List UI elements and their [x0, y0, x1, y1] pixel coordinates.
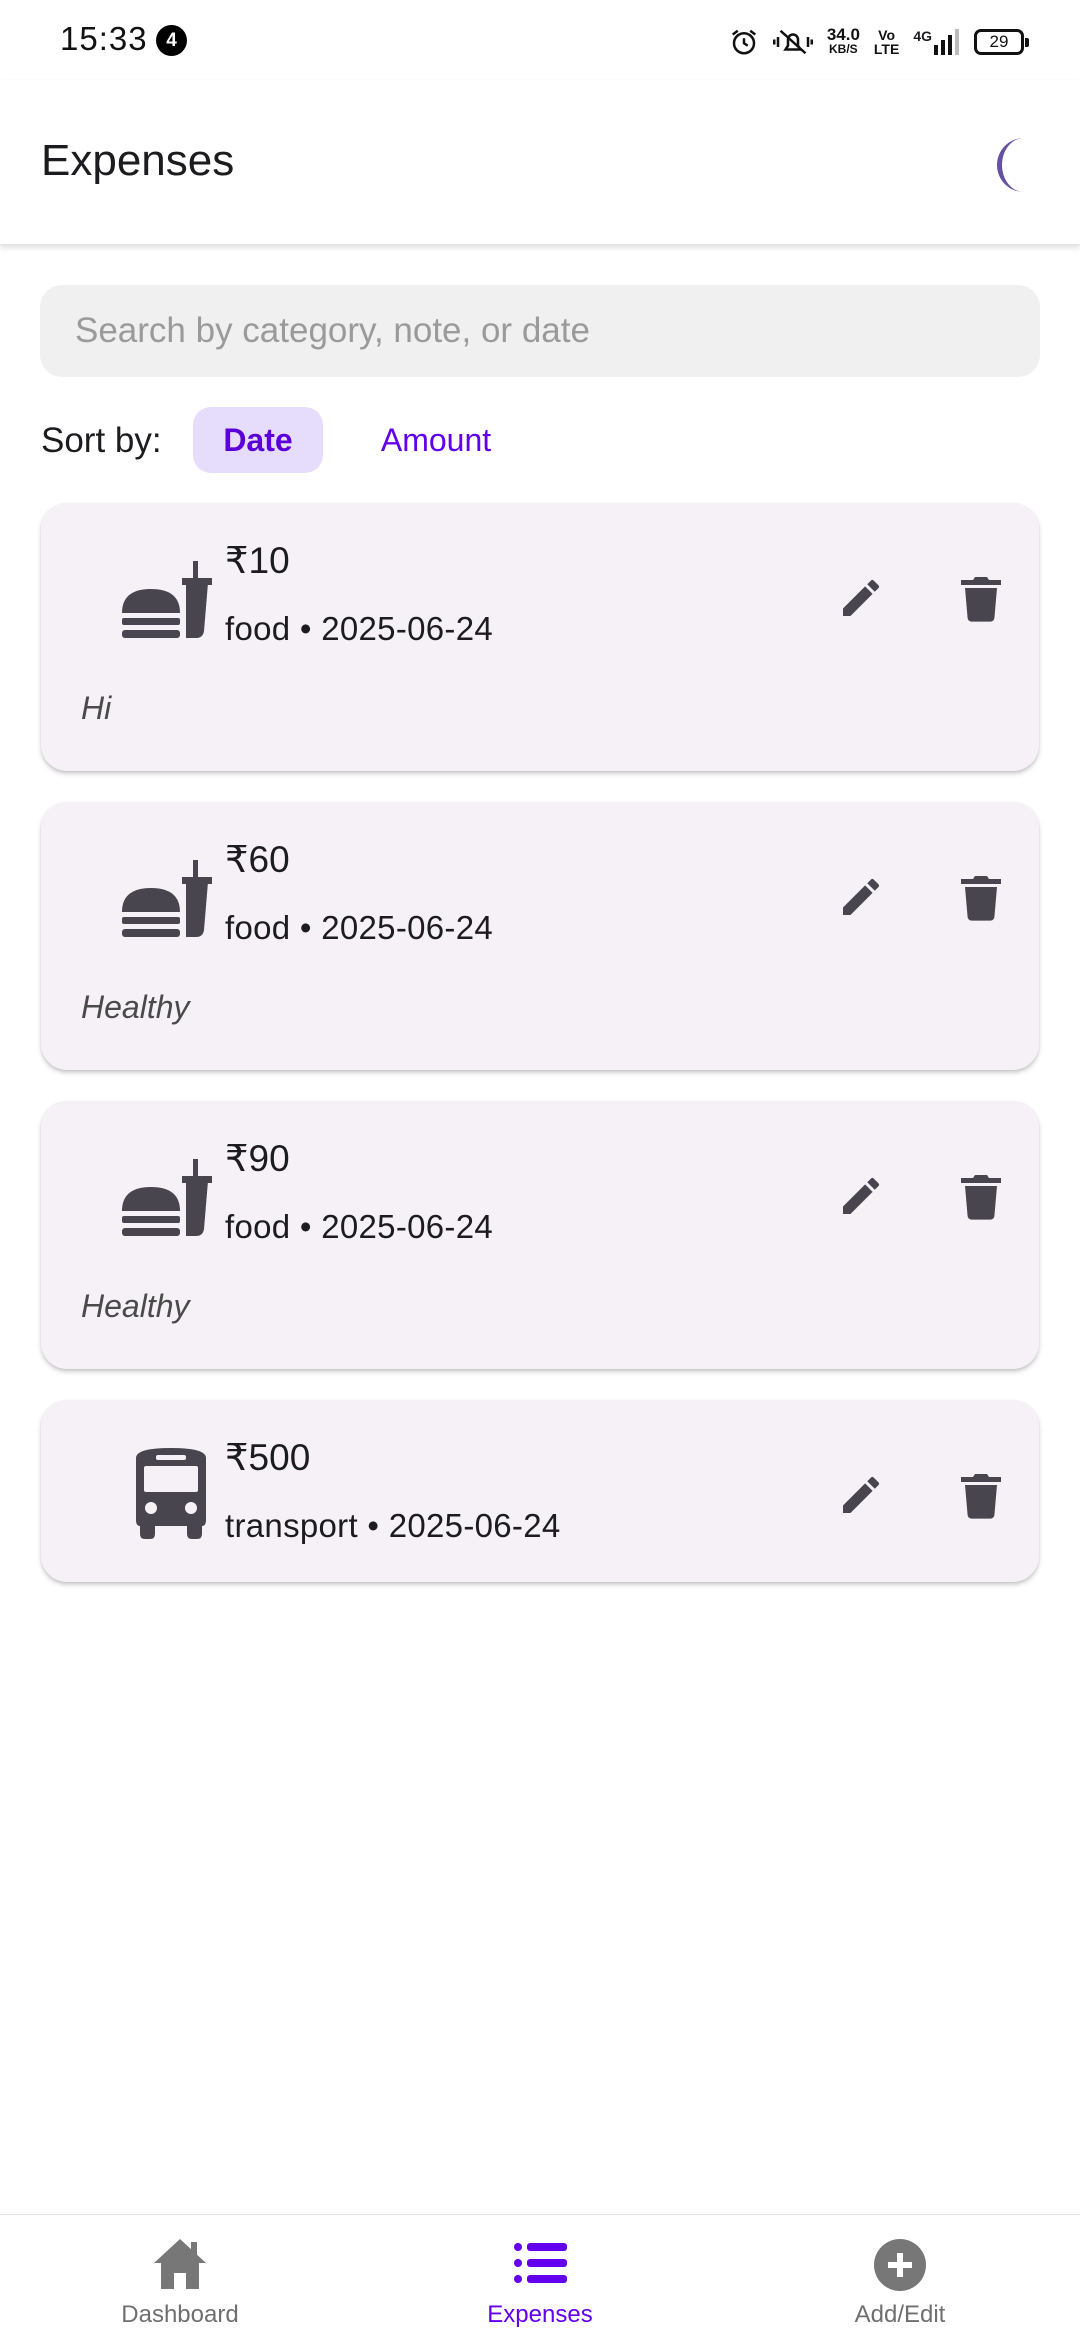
expense-card[interactable]: ₹10 food • 2025-06-24 Hi: [41, 503, 1039, 771]
trash-icon: [961, 577, 1001, 622]
volte-indicator: Vo LTE: [873, 27, 900, 57]
bus-icon: [116, 1438, 226, 1548]
page-title: Expenses: [41, 136, 235, 185]
expense-amount: ₹60: [225, 839, 290, 880]
home-icon: [154, 2239, 206, 2289]
moon-icon: [997, 138, 1024, 192]
sort-by-amount-chip[interactable]: Amount: [361, 407, 511, 473]
fastfood-icon: [116, 842, 226, 952]
pencil-icon: [843, 878, 880, 915]
net-speed: 34.0 KB/S: [826, 25, 860, 56]
expense-meta: food • 2025-06-24: [225, 1208, 494, 1245]
expense-note: Healthy: [81, 989, 190, 1025]
sort-row: Sort by: Date Amount: [41, 407, 1041, 473]
trash-icon: [961, 1474, 1001, 1519]
pencil-icon: [843, 579, 880, 616]
pencil-icon: [843, 1177, 880, 1214]
alarm-icon: [731, 29, 756, 55]
app-bar: Expenses: [0, 80, 1080, 245]
expense-amount: ₹10: [225, 540, 290, 581]
delete-button[interactable]: [946, 1161, 1016, 1231]
list-icon: [514, 2243, 567, 2283]
edit-button[interactable]: [826, 862, 896, 932]
notification-count-badge: 4: [156, 25, 187, 56]
expense-note: Hi: [81, 690, 112, 726]
expense-card[interactable]: ₹500 transport • 2025-06-24: [41, 1400, 1039, 1582]
signal-icon: 4G: [913, 29, 960, 55]
delete-button[interactable]: [946, 862, 1016, 932]
edit-button[interactable]: [826, 1460, 896, 1530]
expense-note: Healthy: [81, 1288, 190, 1324]
search-input[interactable]: [40, 285, 1040, 377]
nav-item-expenses[interactable]: Expenses: [360, 2215, 720, 2341]
expense-amount: ₹90: [225, 1138, 290, 1179]
nav-item-add-edit[interactable]: Add/Edit: [720, 2215, 1080, 2341]
expense-meta: food • 2025-06-24: [225, 610, 494, 647]
expense-meta: transport • 2025-06-24: [225, 1507, 561, 1544]
bottom-nav: Dashboard Expenses Add/Edit: [0, 2214, 1080, 2340]
trash-icon: [961, 1175, 1001, 1220]
expense-card[interactable]: ₹90 food • 2025-06-24 Healthy: [41, 1101, 1039, 1369]
trash-icon: [961, 876, 1001, 921]
status-time: 15:33: [60, 20, 148, 57]
edit-button[interactable]: [826, 1161, 896, 1231]
sort-by-date-chip[interactable]: Date: [193, 407, 323, 473]
delete-button[interactable]: [946, 563, 1016, 633]
expense-amount: ₹500: [225, 1437, 311, 1478]
mute-vibrate-icon: [772, 29, 813, 55]
pencil-icon: [843, 1476, 880, 1513]
status-icons: 34.0 KB/S Vo LTE 4G 29: [729, 22, 1029, 62]
expense-meta: food • 2025-06-24: [225, 909, 494, 946]
battery-indicator: 29: [974, 29, 1029, 55]
add-circle-icon: [874, 2239, 926, 2291]
fastfood-icon: [116, 1141, 226, 1251]
nav-item-dashboard[interactable]: Dashboard: [0, 2215, 360, 2341]
nav-label-add-edit: Add/Edit: [854, 2301, 946, 2328]
status-bar: 15:33 4 34.0 KB/S Vo LTE 4G 29: [0, 0, 1080, 80]
sort-label: Sort by:: [41, 421, 162, 460]
expense-card[interactable]: ₹60 food • 2025-06-24 Healthy: [41, 802, 1039, 1070]
delete-button[interactable]: [946, 1460, 1016, 1530]
fastfood-icon: [116, 543, 226, 653]
nav-label-dashboard: Dashboard: [121, 2301, 239, 2328]
theme-toggle-button[interactable]: [980, 130, 1050, 200]
edit-button[interactable]: [826, 563, 896, 633]
nav-label-expenses: Expenses: [487, 2301, 593, 2328]
